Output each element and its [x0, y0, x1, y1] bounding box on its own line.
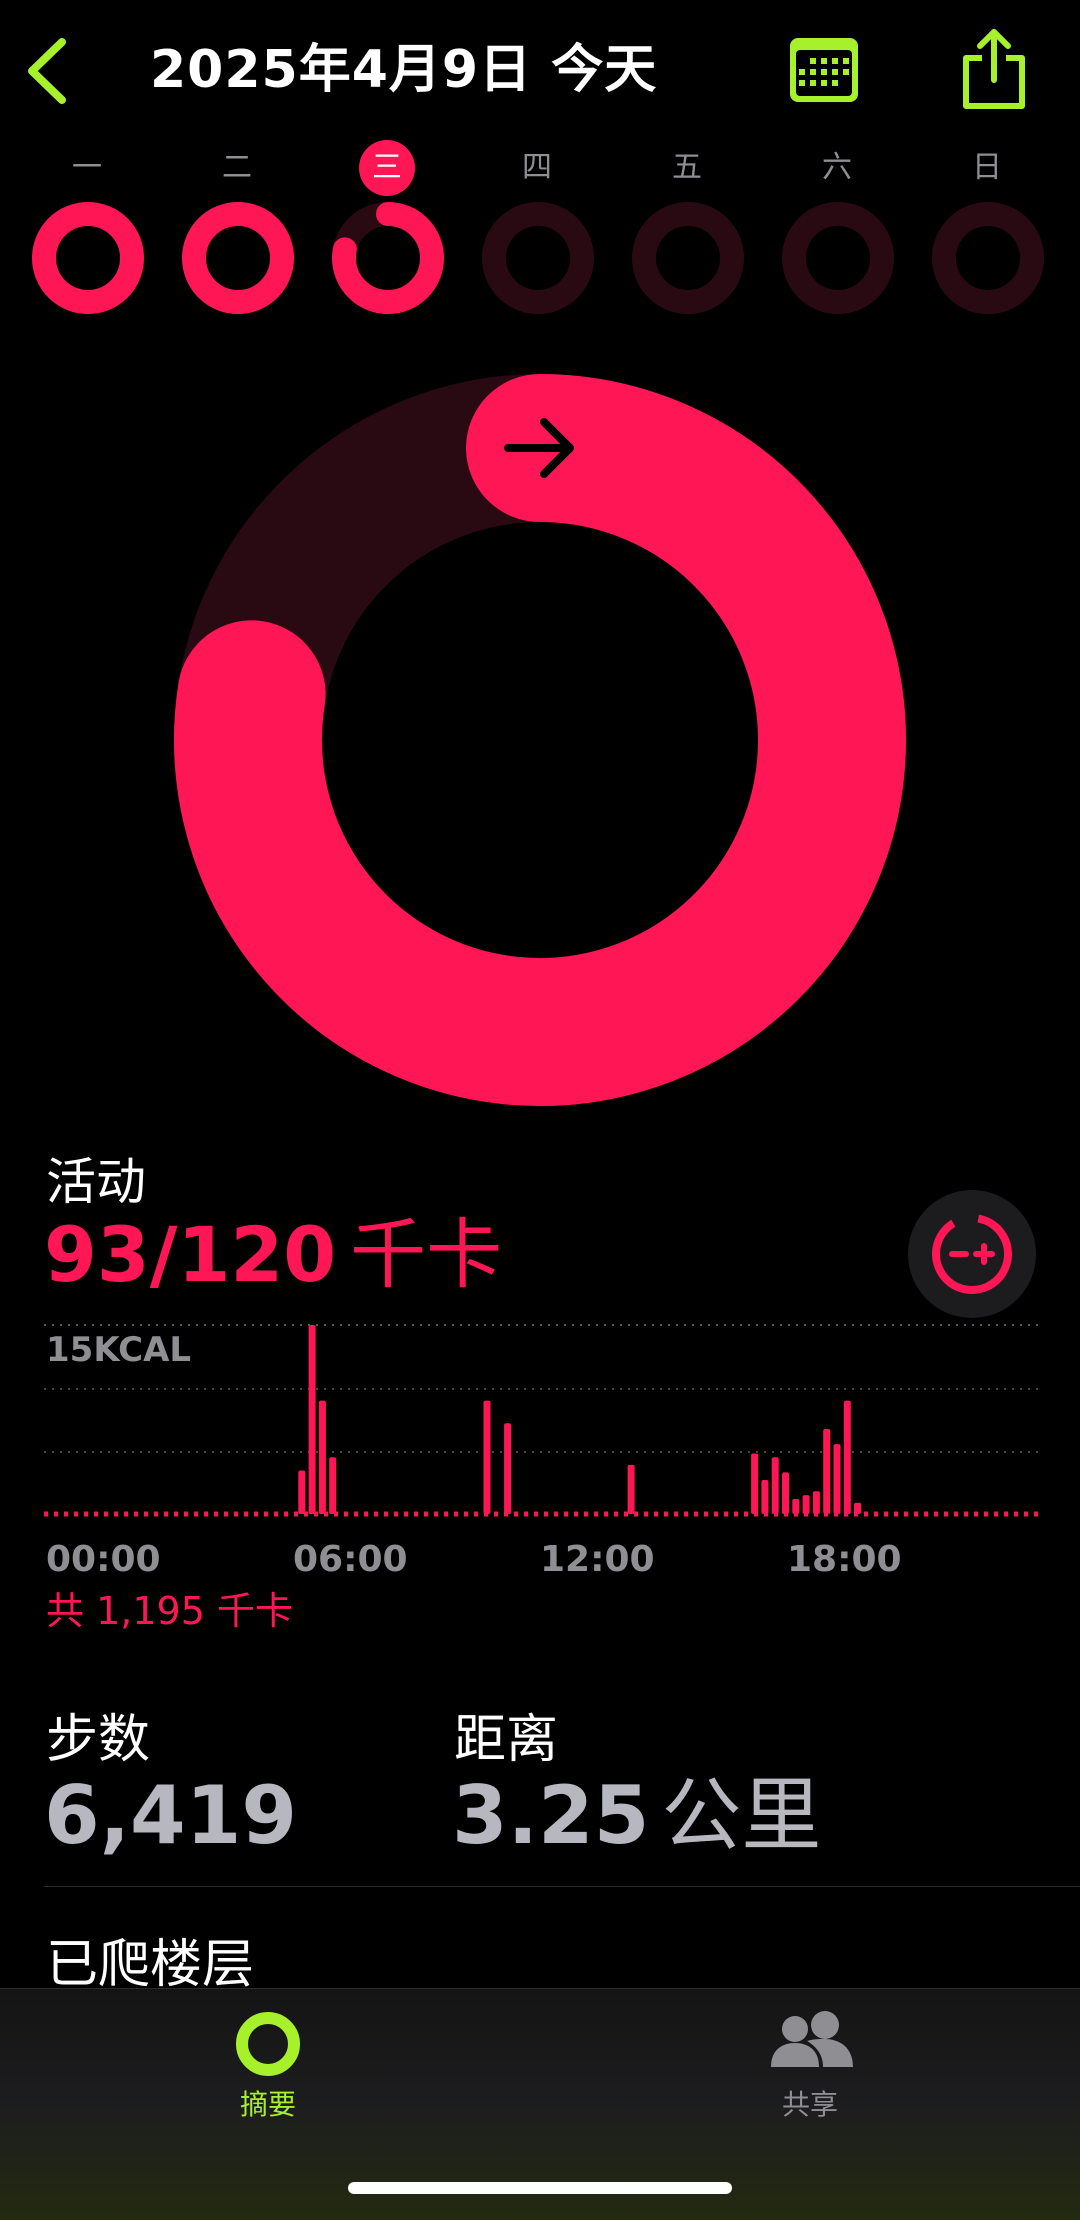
day-4[interactable]: 五 [612, 140, 762, 330]
chart-bar [298, 1470, 306, 1514]
chart-bar [761, 1480, 769, 1514]
divider [44, 1886, 1080, 1887]
day-6[interactable]: 日 [912, 140, 1062, 330]
day-ring-progress [182, 202, 294, 314]
tab-sharing[interactable]: 共享 [700, 2009, 920, 2129]
day-label: 五 [672, 150, 702, 185]
tab-summary-label: 摘要 [239, 2088, 296, 2121]
chart-bar [483, 1400, 491, 1514]
day-ring [332, 202, 444, 314]
chart-bar [771, 1457, 779, 1514]
x-tick-3: 18:00 [787, 1539, 902, 1580]
chart-bar [318, 1400, 326, 1514]
adjust-goal-button[interactable] [908, 1190, 1036, 1318]
chart-scale-label: 15KCAL [46, 1330, 192, 1370]
chart-bar [504, 1423, 512, 1514]
day-ring [482, 202, 594, 314]
chart-bar [802, 1495, 810, 1514]
chart-bar [627, 1464, 635, 1514]
activity-value: 93/120 千卡 [44, 1205, 502, 1305]
calendar-button[interactable] [788, 36, 860, 104]
distance-unit: 公里 [661, 1769, 822, 1862]
chart-bar [329, 1457, 337, 1514]
chart-bar [843, 1400, 851, 1514]
share-icon [963, 29, 1025, 109]
steps-value: 6,419 [44, 1769, 298, 1862]
day-5[interactable]: 六 [762, 140, 912, 330]
day-label: 日 [972, 150, 1002, 185]
chart-bar [751, 1453, 759, 1514]
tab-sharing-label: 共享 [781, 2088, 838, 2121]
back-button[interactable] [22, 36, 72, 106]
x-tick-0: 00:00 [46, 1539, 161, 1580]
chevron-left-icon [28, 38, 66, 104]
day-label: 四 [522, 150, 552, 185]
distance-label: 距离 [454, 1710, 559, 1770]
steps-label: 步数 [46, 1710, 151, 1770]
distance-value: 3.25 公里 [452, 1766, 821, 1866]
share-button[interactable] [958, 26, 1030, 112]
day-ring [632, 202, 744, 314]
home-indicator[interactable] [348, 2182, 732, 2194]
day-ring [32, 202, 144, 314]
activity-calories: 93/120 [44, 1210, 337, 1299]
day-1[interactable]: 二 [162, 140, 312, 330]
day-0[interactable]: 一 [12, 140, 162, 330]
day-label: 三 [359, 140, 415, 196]
day-label: 一 [72, 150, 102, 185]
move-ring [170, 370, 910, 1110]
total-calories: 共 1,195 千卡 [46, 1589, 293, 1633]
chart-bar [823, 1429, 831, 1514]
tab-summary[interactable]: 摘要 [158, 2009, 378, 2129]
day-ring [182, 202, 294, 314]
calendar-icon [790, 38, 858, 102]
day-3[interactable]: 四 [462, 140, 612, 330]
day-label: 六 [822, 150, 852, 185]
people-icon [771, 2011, 853, 2067]
chart-bar [854, 1502, 861, 1514]
activity-unit: 千卡 [350, 1210, 503, 1299]
chart-bar [792, 1498, 800, 1514]
chart-bar [308, 1325, 316, 1514]
page-title: 2025年4月9日 今天 [150, 40, 658, 100]
day-ring-progress [32, 202, 144, 314]
day-ring [932, 202, 1044, 314]
chart-bar [833, 1444, 841, 1514]
adjust-goal-icon [932, 1214, 1012, 1294]
chart-bar [812, 1491, 820, 1514]
x-tick-1: 06:00 [293, 1539, 408, 1580]
activity-ring-icon [236, 2012, 300, 2076]
distance-number: 3.25 [452, 1769, 650, 1862]
chart-bar [782, 1472, 789, 1514]
activity-title: 活动 [46, 1153, 146, 1211]
day-2[interactable]: 三 [312, 140, 462, 330]
x-tick-2: 12:00 [540, 1539, 655, 1580]
day-label: 二 [222, 150, 252, 185]
week-strip: 一二三四五六日 [0, 140, 1080, 330]
day-ring [782, 202, 894, 314]
